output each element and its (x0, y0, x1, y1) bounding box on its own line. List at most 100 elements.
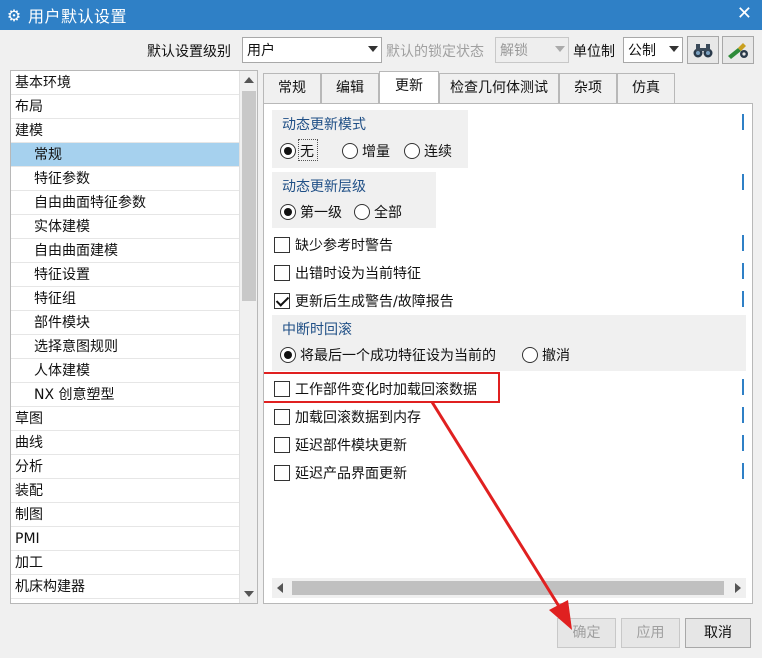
apply-button[interactable]: 应用 (621, 618, 680, 648)
radio-mode-incremental[interactable]: 增量 (342, 141, 390, 161)
scroll-right-icon[interactable] (735, 583, 741, 593)
edge-marker (742, 235, 744, 251)
edge-marker (742, 291, 744, 307)
delay-product-interface-update-checkbox[interactable]: 延迟产品界面更新 (274, 463, 407, 483)
tab-edit[interactable]: 编辑 (321, 73, 379, 103)
gear-icon: ⚙ (6, 5, 22, 25)
update-settings-panel: 动态更新模式 无 增量 连续 动态更新层级 第一级 全部 缺少参考时警告 出错时… (263, 103, 753, 604)
scroll-left-icon[interactable] (277, 583, 283, 593)
group-title: 动态更新模式 (282, 117, 366, 133)
tree-scroll-thumb[interactable] (242, 91, 256, 301)
title-bar: ⚙ 用户默认设置 ✕ (0, 0, 762, 30)
checkbox-box (274, 293, 290, 309)
unit-label: 单位制 (573, 44, 615, 60)
checkbox-label: 缺少参考时警告 (295, 238, 393, 254)
unit-select[interactable]: 公制 (623, 37, 683, 63)
panel-scroll-thumb[interactable] (292, 581, 724, 595)
window-title: 用户默认设置 (28, 7, 128, 26)
checkbox-label: 加载回滚数据到内存 (295, 410, 421, 426)
chevron-down-icon (555, 46, 565, 52)
tree-item[interactable]: 布局 (11, 95, 239, 119)
cancel-button[interactable]: 取消 (685, 618, 751, 648)
edge-marker (742, 379, 744, 395)
tab-update[interactable]: 更新 (379, 71, 439, 104)
radio-dot (354, 204, 370, 220)
dynamic-update-mode-group: 动态更新模式 无 增量 连续 (272, 110, 468, 168)
unit-select-value: 公制 (628, 43, 656, 59)
edge-marker (742, 114, 744, 130)
checkbox-label: 更新后生成警告/故障报告 (295, 294, 454, 310)
radio-undo[interactable]: 撤消 (522, 345, 570, 365)
radio-label: 全部 (374, 205, 402, 221)
tree-item[interactable]: 实体建模 (11, 215, 239, 239)
tree-item[interactable]: 特征参数 (11, 167, 239, 191)
find-settings-button[interactable] (687, 36, 719, 64)
report-after-update-checkbox[interactable]: 更新后生成警告/故障报告 (274, 291, 454, 311)
tab-simulation[interactable]: 仿真 (617, 73, 675, 103)
radio-label: 撤消 (542, 348, 570, 364)
radio-dot (280, 347, 296, 363)
radio-set-last-successful[interactable]: 将最后一个成功特征设为当前的 (280, 345, 496, 365)
lock-label: 默认的锁定状态 (386, 44, 484, 60)
tab-check-geometry[interactable]: 检查几何体测试 (439, 73, 559, 103)
radio-label: 第一级 (300, 205, 342, 221)
radio-label: 增量 (362, 144, 390, 160)
tree-item[interactable]: 部件模块 (11, 311, 239, 335)
checkbox-label: 延迟部件模块更新 (295, 438, 407, 454)
interrupt-rollback-group: 中断时回滚 将最后一个成功特征设为当前的 撤消 (272, 315, 746, 371)
tree-item[interactable]: PMI (11, 527, 239, 551)
focus-indicator (298, 139, 318, 161)
tree-item[interactable]: 加工 (11, 551, 239, 575)
radio-dot (404, 143, 420, 159)
chevron-down-icon (669, 46, 679, 52)
tree-item[interactable]: 曲线 (11, 431, 239, 455)
tree-item[interactable]: NX 创意塑型 (11, 383, 239, 407)
scroll-down-icon[interactable] (244, 591, 254, 597)
scroll-up-icon[interactable] (244, 77, 254, 83)
tree-item[interactable]: 特征设置 (11, 263, 239, 287)
binoculars-icon (693, 44, 713, 58)
tree-item[interactable]: 常规 (11, 143, 239, 167)
radio-dot (342, 143, 358, 159)
radio-dot (280, 204, 296, 220)
missing-reference-warning-checkbox[interactable]: 缺少参考时警告 (274, 235, 393, 255)
close-icon[interactable]: ✕ (737, 3, 752, 24)
level-select[interactable]: 用户 (242, 37, 382, 63)
tree-item[interactable]: 人体建模 (11, 359, 239, 383)
edge-marker (742, 407, 744, 423)
edge-marker (742, 463, 744, 479)
delay-module-update-checkbox[interactable]: 延迟部件模块更新 (274, 435, 407, 455)
defaults-toolbar: 默认设置级别 用户 默认的锁定状态 解锁 单位制 公制 (0, 34, 762, 64)
tab-misc[interactable]: 杂项 (559, 73, 617, 103)
rollback-to-memory-checkbox[interactable]: 加载回滚数据到内存 (274, 407, 421, 427)
checkbox-label: 出错时设为当前特征 (295, 266, 421, 282)
tree-item[interactable]: 制图 (11, 503, 239, 527)
set-current-on-error-checkbox[interactable]: 出错时设为当前特征 (274, 263, 421, 283)
ok-button[interactable]: 确定 (557, 618, 616, 648)
settings-edit-icon (728, 43, 748, 59)
radio-level-first[interactable]: 第一级 (280, 202, 342, 222)
panel-horizontal-scrollbar[interactable] (272, 578, 746, 598)
group-title: 中断时回滚 (282, 322, 352, 338)
tree-item[interactable]: 分析 (11, 455, 239, 479)
tree-item[interactable]: 装配 (11, 479, 239, 503)
tree-scrollbar[interactable] (239, 71, 257, 603)
checkbox-label: 延迟产品界面更新 (295, 466, 407, 482)
tree-item[interactable]: 机床构建器 (11, 575, 239, 599)
manage-defaults-button[interactable] (722, 36, 754, 64)
checkbox-box (274, 437, 290, 453)
tab-general[interactable]: 常规 (263, 73, 321, 103)
tree-item[interactable]: 自由曲面特征参数 (11, 191, 239, 215)
tree-item[interactable]: 特征组 (11, 287, 239, 311)
category-tree: 基本环境 布局 建模 常规 特征参数 自由曲面特征参数 实体建模 自由曲面建模 特征设置 特征组部… (10, 70, 258, 604)
tree-item[interactable]: 自由曲面建模 (11, 239, 239, 263)
tree-item[interactable]: 草图 (11, 407, 239, 431)
tree-item[interactable]: 建模 (11, 119, 239, 143)
chevron-down-icon (368, 46, 378, 52)
tree-item[interactable]: 选择意图规则 (11, 335, 239, 359)
tree-item[interactable]: 基本环境 (11, 71, 239, 95)
radio-mode-continuous[interactable]: 连续 (404, 141, 452, 161)
edge-marker (742, 174, 744, 190)
radio-level-all[interactable]: 全部 (354, 202, 402, 222)
lock-select[interactable]: 解锁 (495, 37, 569, 63)
